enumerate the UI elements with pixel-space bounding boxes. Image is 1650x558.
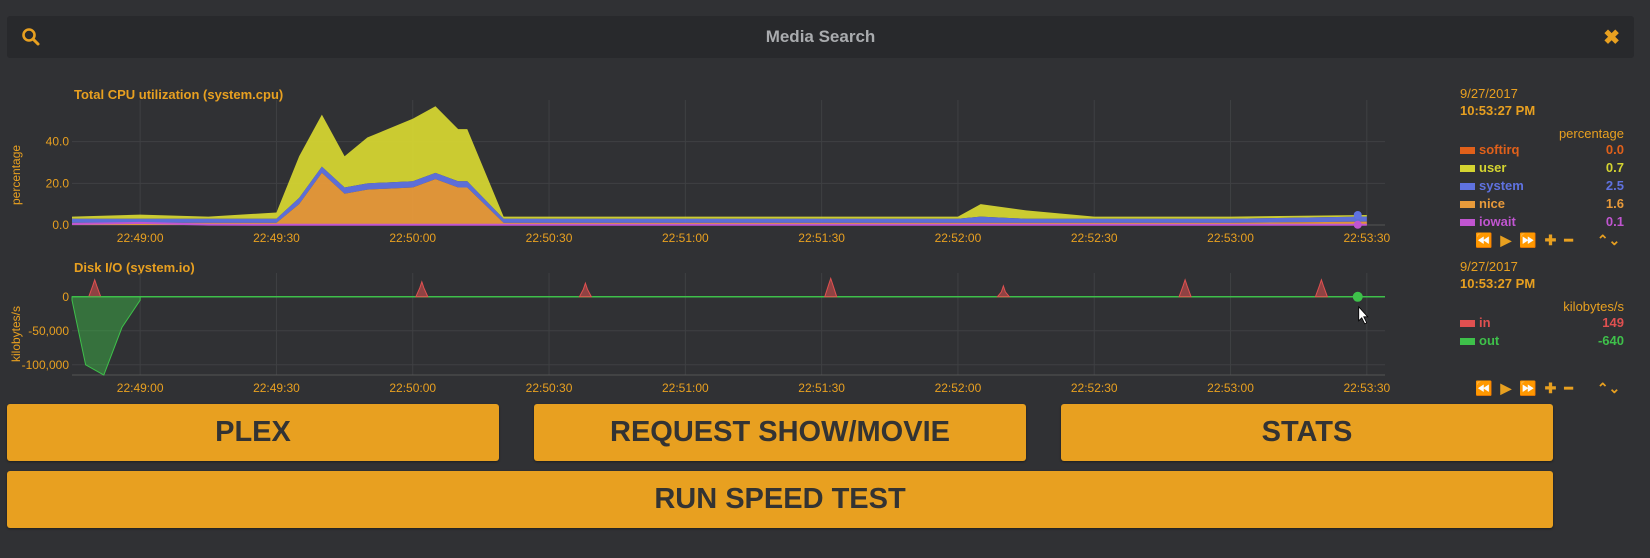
legend-swatch xyxy=(1460,200,1475,208)
legend-value: 0.7 xyxy=(1605,160,1624,175)
io-legend: 9/27/2017 10:53:27 PM kilobytes/s in 149 o… xyxy=(1460,259,1624,350)
plus-icon[interactable]: ✚ xyxy=(1545,232,1557,249)
request-show-movie-button[interactable]: REQUEST SHOW/MOVIE xyxy=(534,404,1026,461)
legend-label: in xyxy=(1479,315,1491,330)
cpu-xtick-label: 22:51:00 xyxy=(662,231,709,245)
resize-icon[interactable]: ⌃⌄ xyxy=(1597,232,1620,249)
legend-label: out xyxy=(1479,333,1500,348)
io-out-dip xyxy=(71,296,141,376)
legend-swatch xyxy=(1460,319,1475,327)
cpu-legend-date: 9/27/2017 xyxy=(1460,86,1518,101)
search-title: Media Search xyxy=(765,27,876,46)
io-xtick-label: 22:53:00 xyxy=(1207,381,1254,395)
forward-icon[interactable]: ⏩ xyxy=(1519,380,1536,397)
search-bar[interactable]: Media Search ✖ xyxy=(7,16,1634,58)
close-icon[interactable]: ✖ xyxy=(1603,25,1620,50)
cpu-xtick-label: 22:49:30 xyxy=(253,231,300,245)
legend-label: softirq xyxy=(1479,142,1520,157)
cpu-xtick-label: 22:52:00 xyxy=(935,231,982,245)
cpu-chart[interactable]: 22:49:00 22:49:30 22:50:00 22:50:30 22:51:00… xyxy=(0,95,1400,255)
legend-swatch xyxy=(1460,164,1475,172)
cpu-legend-item-user[interactable]: user 0.7 xyxy=(1460,159,1624,177)
cpu-legend-item-nice[interactable]: nice 1.6 xyxy=(1460,195,1624,213)
cpu-legend: 9/27/2017 10:53:27 PM percentage softirq… xyxy=(1460,86,1624,231)
legend-swatch xyxy=(1460,146,1475,154)
cpu-legend-units: percentage xyxy=(1558,126,1624,141)
cpu-legend-item-softirq[interactable]: softirq 0.0 xyxy=(1460,141,1624,159)
cpu-ytick-label: 0.0 xyxy=(52,218,69,232)
io-legend-units: kilobytes/s xyxy=(1563,299,1624,314)
resize-icon[interactable]: ⌃⌄ xyxy=(1597,380,1620,397)
io-xtick-label: 22:51:00 xyxy=(662,381,709,395)
forward-icon[interactable]: ⏩ xyxy=(1519,232,1536,249)
minus-icon[interactable]: ━ xyxy=(1564,232,1572,249)
legend-label: iowait xyxy=(1479,214,1516,229)
cpu-chart-controls: ⏪ ▶ ⏩ ✚ ━ ⌃⌄ xyxy=(1475,232,1635,249)
legend-value: 149 xyxy=(1602,315,1624,330)
play-icon[interactable]: ▶ xyxy=(1500,380,1511,397)
io-xtick-label: 22:50:00 xyxy=(389,381,436,395)
io-xtick-label: 22:49:30 xyxy=(253,381,300,395)
play-icon[interactable]: ▶ xyxy=(1500,232,1511,249)
cpu-xtick-label: 22:53:30 xyxy=(1343,231,1390,245)
minus-icon[interactable]: ━ xyxy=(1564,380,1572,397)
cpu-cursor-point xyxy=(1353,220,1362,229)
run-speed-test-button[interactable]: RUN SPEED TEST xyxy=(7,471,1553,528)
legend-swatch xyxy=(1460,337,1475,345)
io-in-spike xyxy=(415,280,429,298)
io-xtick-label: 22:53:30 xyxy=(1343,381,1390,395)
cpu-xtick-label: 22:50:30 xyxy=(526,231,573,245)
legend-label: system xyxy=(1479,178,1524,193)
io-in-spike xyxy=(1314,278,1329,298)
legend-value: -640 xyxy=(1597,333,1624,348)
legend-label: nice xyxy=(1479,196,1506,211)
cpu-cursor-point xyxy=(1353,211,1362,219)
cpu-xtick-label: 22:52:30 xyxy=(1071,231,1118,245)
io-xtick-label: 22:52:00 xyxy=(935,381,982,395)
legend-value: 2.5 xyxy=(1605,178,1624,193)
io-xtick-label: 22:51:30 xyxy=(798,381,845,395)
plex-button[interactable]: PLEX xyxy=(7,404,499,461)
legend-value: 1.6 xyxy=(1605,196,1624,211)
stats-button[interactable]: STATS xyxy=(1061,404,1553,461)
io-chart[interactable]: 22:49:00 22:49:30 22:50:00 22:50:30 22:51:00… xyxy=(0,268,1400,398)
io-ytick-label: 0 xyxy=(62,290,69,304)
cpu-series-user xyxy=(72,106,1367,219)
io-xtick-label: 22:49:00 xyxy=(117,381,164,395)
io-cursor-point xyxy=(1352,291,1363,302)
cpu-xtick-label: 22:53:00 xyxy=(1207,231,1254,245)
legend-value: 0.0 xyxy=(1605,142,1624,157)
io-in-spike xyxy=(88,278,102,298)
cpu-ytick-label: 20.0 xyxy=(46,176,70,190)
io-xtick-label: 22:50:30 xyxy=(526,381,573,395)
rewind-icon[interactable]: ⏪ xyxy=(1475,380,1492,397)
legend-value: 0.1 xyxy=(1605,214,1624,229)
io-in-spike xyxy=(578,281,593,298)
legend-swatch xyxy=(1460,182,1475,190)
io-chart-controls: ⏪ ▶ ⏩ ✚ ━ ⌃⌄ xyxy=(1475,380,1635,397)
io-legend-time: 10:53:27 PM xyxy=(1460,276,1536,291)
io-ytick-label: -50,000 xyxy=(28,324,69,338)
io-legend-item-in[interactable]: in 149 xyxy=(1460,314,1624,332)
io-legend-date: 9/27/2017 xyxy=(1460,259,1518,274)
io-in-spike xyxy=(1178,278,1192,298)
io-in-spike xyxy=(996,284,1011,298)
cpu-xtick-label: 22:51:30 xyxy=(798,231,845,245)
cpu-legend-time: 10:53:27 PM xyxy=(1460,103,1536,118)
plus-icon[interactable]: ✚ xyxy=(1545,380,1557,397)
legend-swatch xyxy=(1460,218,1475,226)
cpu-ytick-label: 40.0 xyxy=(46,135,70,149)
legend-label: user xyxy=(1479,160,1507,175)
io-legend-item-out[interactable]: out -640 xyxy=(1460,332,1624,350)
cpu-legend-item-system[interactable]: system 2.5 xyxy=(1460,177,1624,195)
cpu-xtick-label: 22:50:00 xyxy=(389,231,436,245)
rewind-icon[interactable]: ⏪ xyxy=(1475,232,1492,249)
cpu-legend-item-iowait[interactable]: iowait 0.1 xyxy=(1460,213,1624,231)
io-in-spike xyxy=(824,276,838,298)
io-xtick-label: 22:52:30 xyxy=(1071,381,1118,395)
cpu-xtick-label: 22:49:00 xyxy=(117,231,164,245)
io-ytick-label: -100,000 xyxy=(22,358,70,372)
